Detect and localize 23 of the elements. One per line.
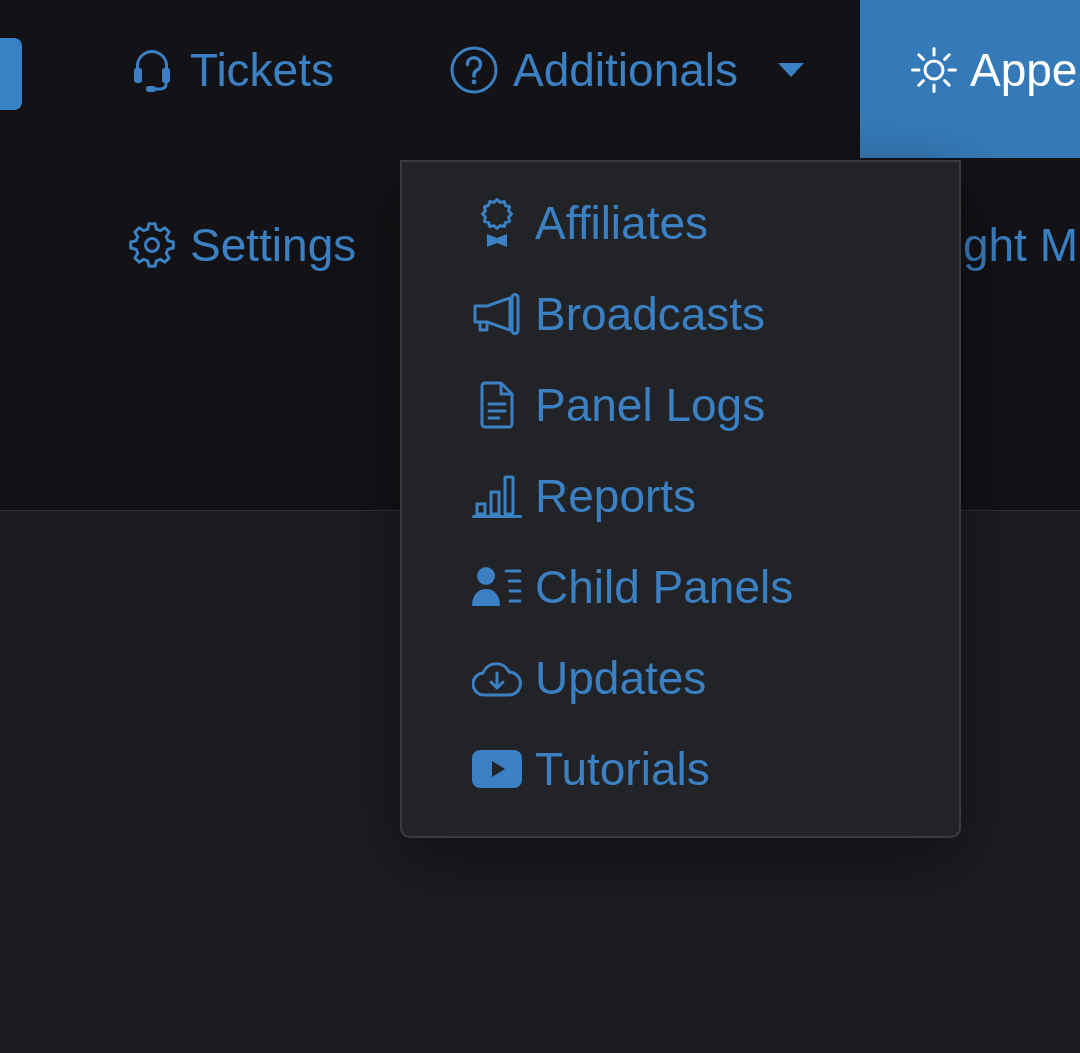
nav-button[interactable] xyxy=(0,38,22,110)
question-circle-icon xyxy=(450,46,498,94)
dropdown-item[interactable]: Broadcasts xyxy=(402,268,959,359)
megaphone-icon xyxy=(472,292,522,335)
nav-dropdown-toggle[interactable]: Additionals xyxy=(450,46,805,94)
nav-link[interactable]: Appe xyxy=(860,0,1080,158)
nav-link[interactable]: ght M xyxy=(962,216,1078,274)
nav-link[interactable]: Tickets xyxy=(132,46,334,94)
dropdown-item[interactable]: Panel Logs xyxy=(402,359,959,450)
dropdown-item[interactable]: Reports xyxy=(402,450,959,541)
document-icon xyxy=(479,380,515,429)
caret-icon xyxy=(778,63,805,77)
dropdown-item[interactable]: Child Panels xyxy=(402,541,959,632)
sun-icon xyxy=(910,46,958,94)
headset-icon xyxy=(132,47,172,93)
video-play-icon xyxy=(472,749,522,788)
dropdown-item[interactable]: Tutorials xyxy=(402,723,959,814)
person-list-icon xyxy=(472,565,522,608)
dropdown-item[interactable]: Updates xyxy=(402,632,959,723)
dropdown-item[interactable]: Affiliates xyxy=(402,177,959,268)
bar-chart-icon xyxy=(472,473,522,518)
settings-icon xyxy=(128,221,176,269)
nav-link[interactable]: Settings xyxy=(128,216,357,274)
